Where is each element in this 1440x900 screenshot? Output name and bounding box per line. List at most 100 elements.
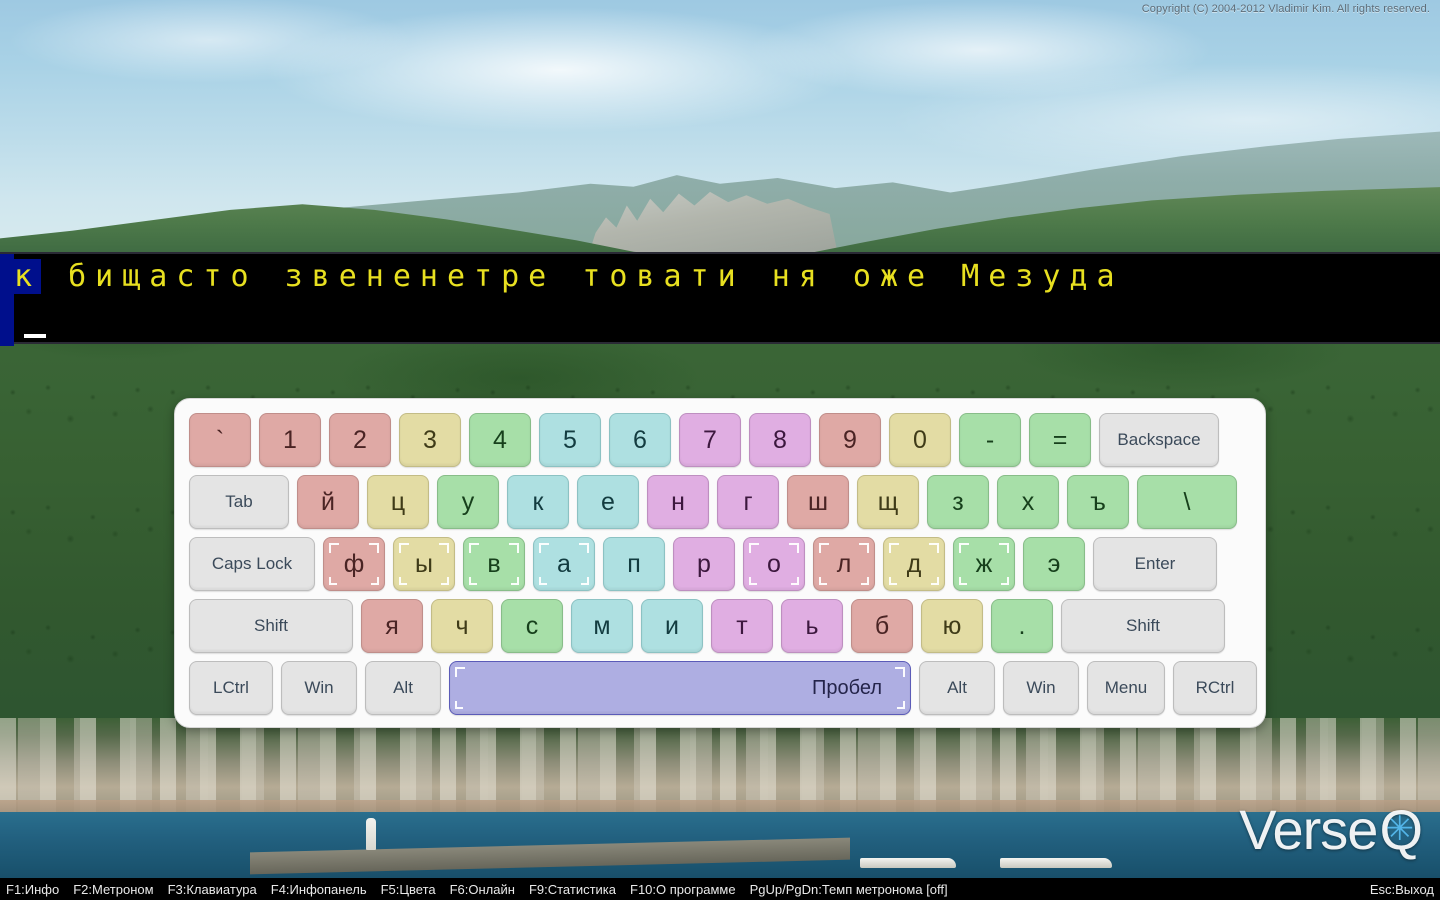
practice-line-remaining: бищасто звененетре товати ня оже Мезуда xyxy=(41,259,1124,294)
keyboard-row: Caps Lock ф ы в а п р о л д ж э Enter xyxy=(189,537,1251,591)
home-marker-icon xyxy=(511,577,519,585)
key-backspace[interactable]: Backspace xyxy=(1099,413,1219,467)
key-2[interactable]: 2 xyxy=(329,413,391,467)
key-к[interactable]: к xyxy=(507,475,569,529)
home-marker-icon xyxy=(861,577,869,585)
key-г[interactable]: г xyxy=(717,475,779,529)
key-win[interactable]: Win xyxy=(281,661,357,715)
home-marker-icon xyxy=(399,577,407,585)
key-ж[interactable]: ж xyxy=(953,537,1015,591)
key-alt[interactable]: Alt xyxy=(365,661,441,715)
key-enter[interactable]: Enter xyxy=(1093,537,1217,591)
key-з[interactable]: з xyxy=(927,475,989,529)
status-hotkey-item[interactable]: F2:Метроном xyxy=(73,882,153,897)
key-ы[interactable]: ы xyxy=(393,537,455,591)
key-3[interactable]: 3 xyxy=(399,413,461,467)
key-м[interactable]: м xyxy=(571,599,633,653)
key-я[interactable]: я xyxy=(361,599,423,653)
key-щ[interactable]: щ xyxy=(857,475,919,529)
keyboard-row: LCtrl Win Alt Пробел Alt Win Menu RCtrl xyxy=(189,661,1257,715)
key-в[interactable]: в xyxy=(463,537,525,591)
key-alt[interactable]: Alt xyxy=(919,661,995,715)
logo-q-mark: Q ✳ xyxy=(1379,797,1423,862)
key-symbol[interactable]: - xyxy=(959,413,1021,467)
key-ъ[interactable]: ъ xyxy=(1067,475,1129,529)
key-0[interactable]: 0 xyxy=(889,413,951,467)
key-а[interactable]: а xyxy=(533,537,595,591)
key-symbol[interactable]: = xyxy=(1029,413,1091,467)
key-л[interactable]: л xyxy=(813,537,875,591)
key-р[interactable]: р xyxy=(673,537,735,591)
boat-shape xyxy=(1000,858,1112,868)
progress-rail xyxy=(0,254,14,346)
key-ю[interactable]: ю xyxy=(921,599,983,653)
key-ц[interactable]: ц xyxy=(367,475,429,529)
home-marker-icon xyxy=(441,577,449,585)
key-1[interactable]: 1 xyxy=(259,413,321,467)
key-7[interactable]: 7 xyxy=(679,413,741,467)
key-6[interactable]: 6 xyxy=(609,413,671,467)
key-win[interactable]: Win xyxy=(1003,661,1079,715)
key-4[interactable]: 4 xyxy=(469,413,531,467)
key-п[interactable]: п xyxy=(603,537,665,591)
key-т[interactable]: т xyxy=(711,599,773,653)
home-marker-icon xyxy=(469,577,477,585)
key-х[interactable]: х xyxy=(997,475,1059,529)
key-й[interactable]: й xyxy=(297,475,359,529)
key-с[interactable]: с xyxy=(501,599,563,653)
key-ф[interactable]: ф xyxy=(323,537,385,591)
key-symbol[interactable]: . xyxy=(991,599,1053,653)
key-д[interactable]: д xyxy=(883,537,945,591)
star-icon: ✳ xyxy=(1385,810,1413,848)
current-character-highlight: к xyxy=(14,259,42,294)
key-lctrl[interactable]: LCtrl xyxy=(189,661,273,715)
status-hotkey-item[interactable]: F10:О программе xyxy=(630,882,736,897)
key-symbol[interactable]: \ xyxy=(1137,475,1237,529)
lighthouse-icon xyxy=(366,818,376,850)
logo-wordmark: Verse xyxy=(1239,798,1378,861)
text-caret xyxy=(24,334,46,338)
status-bar: F1:Инфо F2:Метроном F3:Клавиатура F4:Инфопа… xyxy=(0,878,1440,900)
keyboard-row: Tab й ц у к е н г ш щ з х ъ \ xyxy=(189,475,1251,529)
status-hotkey-item[interactable]: F3:Клавиатура xyxy=(168,882,257,897)
status-hotkey-item[interactable]: F9:Статистика xyxy=(529,882,616,897)
key-shift[interactable]: Shift xyxy=(189,599,353,653)
home-marker-icon xyxy=(455,701,463,709)
key-ч[interactable]: ч xyxy=(431,599,493,653)
key-5[interactable]: 5 xyxy=(539,413,601,467)
status-hotkey-item[interactable]: PgUp/PgDn:Темп метронома [off] xyxy=(750,882,948,897)
key-б[interactable]: б xyxy=(851,599,913,653)
home-marker-icon xyxy=(329,577,337,585)
home-marker-icon xyxy=(959,577,967,585)
key-е[interactable]: е xyxy=(577,475,639,529)
status-bar-hotkeys: F1:Инфо F2:Метроном F3:Клавиатура F4:Инфопа… xyxy=(6,882,948,897)
status-hotkey-item[interactable]: F4:Инфопанель xyxy=(271,882,367,897)
key-9[interactable]: 9 xyxy=(819,413,881,467)
key-ш[interactable]: ш xyxy=(787,475,849,529)
key-у[interactable]: у xyxy=(437,475,499,529)
key-caps-lock[interactable]: Caps Lock xyxy=(189,537,315,591)
status-hotkey-item[interactable]: F6:Онлайн xyxy=(450,882,515,897)
key-tab[interactable]: Tab xyxy=(189,475,289,529)
key-н[interactable]: н xyxy=(647,475,709,529)
status-hotkey-item[interactable]: F1:Инфо xyxy=(6,882,59,897)
practice-line-current: к бищасто звененетре товати ня оже Мезуд… xyxy=(14,254,1124,300)
home-marker-icon xyxy=(819,577,827,585)
key-8[interactable]: 8 xyxy=(749,413,811,467)
key-menu[interactable]: Menu xyxy=(1087,661,1165,715)
key-о[interactable]: о xyxy=(743,537,805,591)
key-ь[interactable]: ь xyxy=(781,599,843,653)
key-shift[interactable]: Shift xyxy=(1061,599,1225,653)
home-marker-icon xyxy=(897,701,905,709)
home-marker-icon xyxy=(889,577,897,585)
practice-text-area: к бищасто звененетре товати ня оже Мезуд… xyxy=(0,252,1440,346)
key-rctrl[interactable]: RCtrl xyxy=(1173,661,1257,715)
status-hotkey-item[interactable]: F5:Цвета xyxy=(381,882,436,897)
home-marker-icon xyxy=(931,577,939,585)
status-exit-hotkey[interactable]: Esc:Выход xyxy=(1370,882,1434,897)
key-и[interactable]: и xyxy=(641,599,703,653)
key-пробел[interactable]: Пробел xyxy=(449,661,911,715)
key-symbol[interactable]: ` xyxy=(189,413,251,467)
key-э[interactable]: э xyxy=(1023,537,1085,591)
verseq-application-window: Copyright (C) 2004-2012 Vladimir Kim. Al… xyxy=(0,0,1440,900)
